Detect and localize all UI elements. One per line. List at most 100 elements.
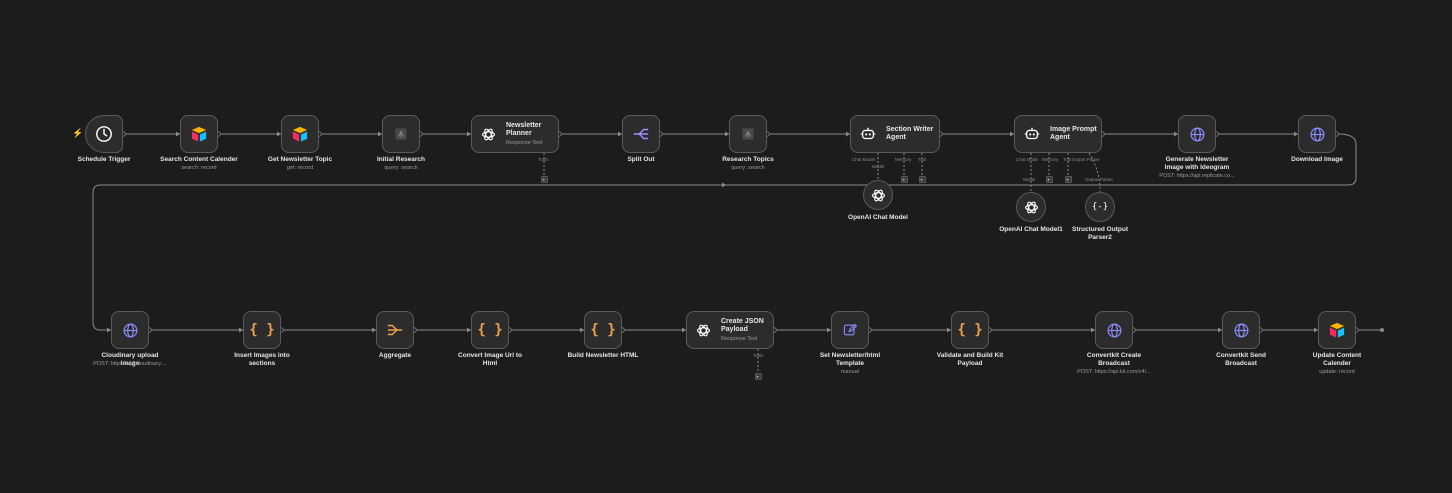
- node-schedule[interactable]: [85, 115, 123, 153]
- node-update-calendar[interactable]: [1318, 311, 1356, 349]
- node-inline-text: Image Prompt Agent: [1050, 126, 1101, 142]
- node-openai-model[interactable]: [863, 180, 893, 210]
- globe-icon: [1233, 322, 1250, 339]
- port-label-tools: Tools: [538, 157, 549, 162]
- node-aggregate[interactable]: [376, 311, 414, 349]
- node-get-topic[interactable]: [281, 115, 319, 153]
- node-sublabel: POST: https://api.cloudinary....: [93, 361, 167, 367]
- node-sublabel: update: record: [1319, 369, 1355, 375]
- port-required-marker: *: [877, 157, 879, 162]
- port-label-output-parser2: Output Parser: [1085, 177, 1114, 182]
- globe-icon: [1189, 126, 1206, 143]
- globe-icon: [1309, 126, 1326, 143]
- add-connection-button[interactable]: ▸: [1064, 176, 1072, 183]
- aggregate-icon: [386, 323, 404, 337]
- globe-icon: [1106, 322, 1123, 339]
- add-connection-button[interactable]: ▸: [918, 176, 926, 183]
- node-split-out[interactable]: [622, 115, 660, 153]
- globe-icon: [122, 322, 139, 339]
- node-title: Create JSON Payload: [721, 318, 764, 333]
- port-label-model: Model: [872, 164, 885, 169]
- add-connection-button[interactable]: ▸: [1045, 176, 1053, 183]
- clock-icon: [95, 125, 113, 143]
- node-image-prompt[interactable]: Image Prompt Agent: [1014, 115, 1102, 153]
- split-icon: [632, 127, 650, 141]
- port-label-chat-model: Chat Model: [852, 157, 876, 162]
- airtable-icon: [291, 126, 309, 142]
- node-search-calendar[interactable]: [180, 115, 218, 153]
- node-sublabel: POST: https://api.replicate.co...: [1159, 173, 1235, 179]
- node-label: Set Newsletter/html Template: [819, 352, 881, 367]
- openai-icon: [480, 126, 497, 143]
- node-sublabel: query: search: [384, 165, 418, 171]
- workflow-canvas: ⚡ Schedule Trigger Search Content Calende…: [0, 0, 1452, 493]
- node-label: Initial Research: [376, 156, 426, 163]
- output-handle[interactable]: [1380, 328, 1384, 332]
- node-inline-text: Create JSON Payload Response Text: [721, 318, 773, 342]
- robot-icon: [859, 125, 877, 143]
- port-label-chat-mode: Chat Mode: [1016, 157, 1039, 162]
- node-kit-send[interactable]: [1222, 311, 1260, 349]
- node-insert-images[interactable]: { }: [243, 311, 281, 349]
- node-kit-create[interactable]: [1095, 311, 1133, 349]
- node-label: Convert Image Url to Html: [458, 352, 522, 367]
- port-label-tools: Tools: [753, 353, 764, 358]
- code-icon: { }: [590, 322, 616, 338]
- node-label: Build Newsletter HTML: [567, 352, 639, 359]
- workflow-edges: [92, 131, 1384, 373]
- node-research-topics[interactable]: [729, 115, 767, 153]
- node-label: OpenAI Chat Model: [848, 214, 908, 221]
- code-icon: { }: [957, 322, 983, 338]
- node-title: Newsletter Planner: [506, 122, 542, 137]
- braces-icon: {-}: [1091, 202, 1109, 212]
- edge-arrow: [722, 182, 726, 188]
- node-create-json[interactable]: Create JSON Payload Response Text: [686, 311, 774, 349]
- port-label-tool: Tool: [918, 157, 927, 162]
- node-label: Structured Output Parser2: [1072, 226, 1128, 241]
- port-label-output-parser: Output Parser: [1072, 157, 1101, 162]
- node-openai-model1[interactable]: [1016, 192, 1046, 222]
- node-download-image[interactable]: [1298, 115, 1336, 153]
- node-inline-text: Newsletter Planner Response Text: [506, 122, 558, 146]
- perplexity-icon: [740, 126, 756, 142]
- node-title: Image Prompt Agent: [1050, 126, 1097, 141]
- robot-icon: [1023, 125, 1041, 143]
- openai-icon: [1023, 199, 1040, 216]
- node-planner[interactable]: Newsletter Planner Response Text: [471, 115, 559, 153]
- node-label: Download Image: [1291, 156, 1343, 163]
- node-cloudinary[interactable]: [111, 311, 149, 349]
- node-build-html[interactable]: { }: [584, 311, 622, 349]
- port-label-tool2: Tool: [1063, 157, 1072, 162]
- openai-icon: [870, 187, 887, 204]
- add-connection-button[interactable]: ▸: [900, 176, 908, 183]
- node-subtitle: Response Text: [506, 140, 543, 146]
- node-validate[interactable]: { }: [951, 311, 989, 349]
- node-set-template[interactable]: [831, 311, 869, 349]
- node-label: Validate and Build Kit Payload: [936, 352, 1004, 367]
- node-label: Insert Images into sections: [234, 352, 290, 367]
- openai-icon: [695, 322, 712, 339]
- port-label-memory2: Memory: [1042, 157, 1059, 162]
- node-subtitle: Response Text: [721, 336, 758, 342]
- node-sublabel: POST: https://api.kit.com/v4/...: [1077, 369, 1151, 375]
- node-sublabel: manual: [840, 369, 860, 375]
- add-connection-button[interactable]: ▸: [540, 176, 548, 183]
- port-label-memory: Memory: [895, 157, 912, 162]
- node-sublabel: query: search: [731, 165, 765, 171]
- node-gen-image[interactable]: [1178, 115, 1216, 153]
- code-icon: { }: [249, 322, 275, 338]
- perplexity-icon: [393, 126, 409, 142]
- port-label-model2: Model: [1023, 177, 1036, 182]
- pencil-icon: [842, 322, 858, 338]
- node-label: Generate Newsletter Image with Ideogram: [1164, 156, 1230, 171]
- node-section-writer[interactable]: Section Writer Agent: [850, 115, 940, 153]
- add-connection-button[interactable]: ▸: [754, 373, 762, 380]
- trigger-bolt-icon: ⚡: [72, 128, 84, 138]
- node-initial-research[interactable]: [382, 115, 420, 153]
- node-parser[interactable]: {-}: [1085, 192, 1115, 222]
- airtable-icon: [1328, 322, 1346, 338]
- node-convert-url[interactable]: { }: [471, 311, 509, 349]
- code-icon: { }: [477, 322, 503, 338]
- node-label: Convertkit Send Broadcast: [1216, 352, 1266, 367]
- node-label: Research Topics: [722, 156, 774, 163]
